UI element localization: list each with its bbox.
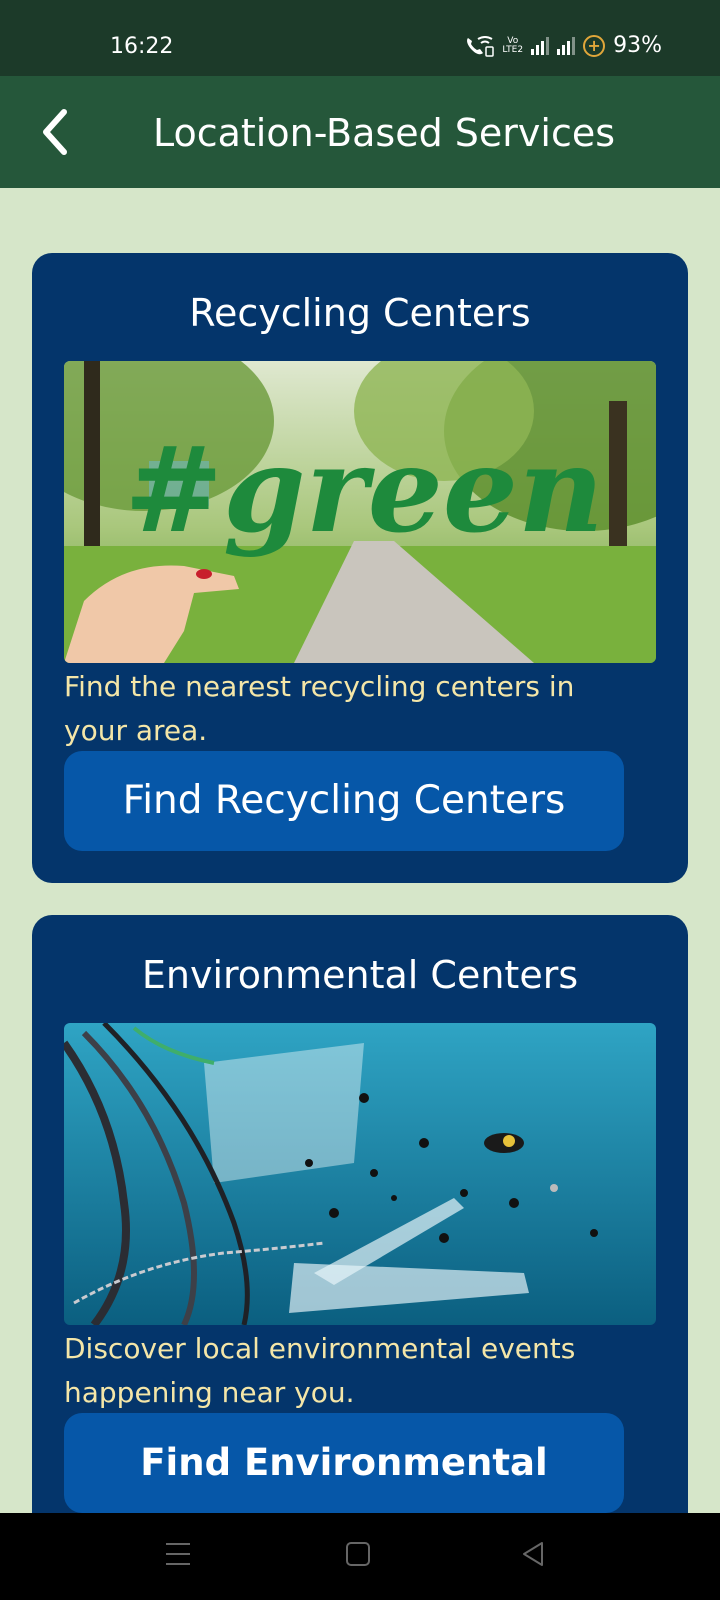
system-nav-bar (0, 1513, 720, 1600)
card-description: Find the nearest recycling centers in yo… (64, 670, 575, 747)
status-icons: Vo LTE2 + 93% (464, 33, 662, 58)
status-bar: 16:22 Vo LTE2 + 93% (0, 0, 720, 76)
status-time: 16:22 (110, 34, 174, 59)
find-recycling-centers-button[interactable]: Find Recycling Centers (64, 751, 624, 851)
find-environmental-events-button[interactable]: Find Environmental Events (64, 1413, 624, 1584)
green-hashtag-text: #green (124, 420, 604, 559)
environmental-centers-card: Environmental Centers Discover local env… (32, 915, 688, 1600)
menu-icon[interactable] (165, 1539, 191, 1569)
battery-saver-icon: + (583, 34, 606, 57)
home-icon[interactable] (343, 1539, 373, 1569)
volte-icon: Vo LTE2 (502, 35, 524, 55)
battery-percent: 93% (613, 33, 662, 58)
card-description: Discover local environmental events happ… (64, 1332, 576, 1409)
wifi-calling-icon (467, 35, 495, 57)
card-title: Recycling Centers (189, 291, 531, 335)
signal-icon (531, 36, 550, 55)
back-icon[interactable] (520, 1539, 548, 1569)
signal-icon (557, 36, 576, 55)
page-title: Location-Based Services (152, 111, 616, 155)
card-title: Environmental Centers (141, 953, 579, 997)
recycling-centers-card: Recycling Centers #green Find the neares… (32, 253, 688, 883)
app-bar: Location-Based Services (0, 76, 720, 188)
recycling-image: #green (64, 361, 656, 663)
environmental-image (64, 1023, 656, 1325)
